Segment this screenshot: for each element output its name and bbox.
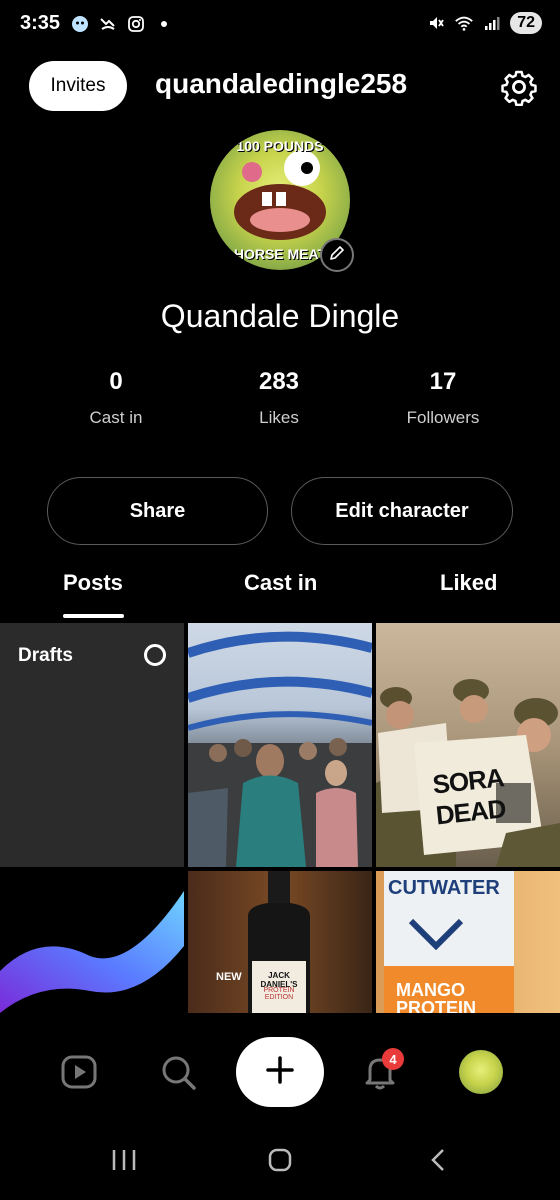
tab-liked[interactable]: Liked [440,570,497,596]
post-thumbnail[interactable] [0,871,184,1013]
home-icon[interactable] [260,1140,300,1180]
ai-face-icon [70,14,90,34]
drafts-tile[interactable]: Drafts [0,623,184,867]
avatar-top-text: 100 POUNDS [236,138,324,154]
drafts-label: Drafts [18,645,73,666]
signal-icon [482,13,502,33]
post-thumbnail[interactable]: NEW JACK DANIEL'S PROTEIN EDITION [188,871,372,1013]
tab-cast-in[interactable]: Cast in [244,570,317,596]
new-badge: NEW [216,971,242,983]
stat-value: 17 [429,368,457,395]
stat-value: 0 [109,368,123,395]
post-thumbnail[interactable]: CUTWATER MANGO PROTEIN [376,871,560,1013]
stat-label: Likes [259,408,299,427]
bottle-sublabel: PROTEIN EDITION [263,987,295,1001]
post-thumbnail[interactable] [188,623,372,867]
dot-icon [154,14,174,34]
instagram-icon [126,14,146,34]
recent-apps-icon[interactable] [104,1140,144,1180]
missed-call-icon [98,14,118,34]
back-icon[interactable] [418,1140,458,1180]
mute-icon [426,13,446,33]
tab-posts[interactable]: Posts [63,570,123,596]
status-bar: 3:35 72 [0,0,560,52]
can-flavor: MANGO PROTEIN [396,980,477,1013]
stat-label: Followers [406,408,480,427]
post-thumbnail[interactable]: SORA DEAD [376,623,560,867]
can-brand: CUTWATER [388,877,500,899]
stat-likes[interactable]: 283 Likes [209,368,349,428]
battery-indicator: 72 [510,12,542,34]
profile-avatar-nav[interactable] [459,1050,503,1094]
play-icon[interactable] [59,1052,99,1092]
active-tab-indicator [63,614,124,618]
gear-icon[interactable] [500,68,538,107]
profile-username: quandaledingle258 [155,68,408,99]
notification-count-badge: 4 [382,1048,404,1070]
stat-followers[interactable]: 17 Followers [373,368,513,428]
invites-button[interactable]: Invites [29,61,127,111]
stat-value: 283 [258,368,300,395]
stat-label: Cast in [89,408,143,427]
edit-avatar-button[interactable] [320,238,354,272]
share-button[interactable]: Share [47,477,268,545]
search-icon[interactable] [158,1052,198,1092]
plus-icon [265,1055,295,1090]
drafts-select-icon[interactable] [144,644,166,666]
pencil-icon [328,244,346,267]
wifi-icon [454,13,474,33]
status-time: 3:35 [20,12,61,34]
profile-avatar-wrap[interactable]: 100 POUNDS HORSE MEAT [210,130,354,272]
newspaper-headline: SORA DEAD [431,762,507,831]
create-post-button[interactable] [236,1037,324,1107]
stat-cast-in[interactable]: 0 Cast in [46,368,186,428]
edit-character-button[interactable]: Edit character [291,477,513,545]
display-name: Quandale Dingle [160,298,400,334]
